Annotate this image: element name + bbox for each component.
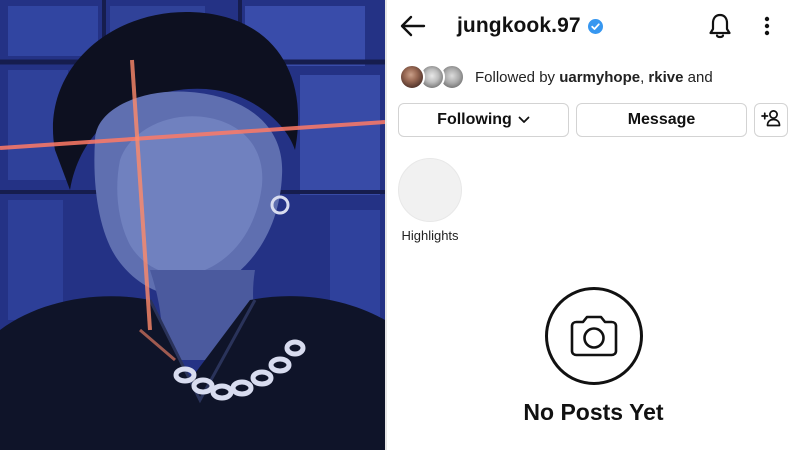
profile-username: jungkook.97 (457, 14, 581, 37)
followed-by-prefix: Followed by (475, 68, 560, 86)
follower-avatars (399, 62, 465, 92)
following-label: Following (437, 111, 512, 128)
followed-by-row[interactable]: Followed by uarmyhope, rkive and (399, 62, 713, 92)
add-user-button[interactable] (754, 103, 788, 137)
empty-state-title: No Posts Yet (523, 399, 664, 425)
empty-posts-state: No Posts Yet (387, 287, 800, 426)
add-user-icon (761, 109, 781, 132)
highlight-circle[interactable] (398, 158, 462, 222)
avatar (399, 64, 425, 90)
username-header: jungkook.97 (457, 12, 603, 40)
more-vertical-icon[interactable] (759, 12, 775, 40)
camera-icon (544, 287, 643, 385)
back-arrow-icon[interactable] (399, 12, 427, 40)
message-label: Message (627, 111, 696, 128)
highlight-item[interactable]: Highlights (397, 158, 463, 243)
profile-panel: jungkook.97 Followed by uarmyhope, rkive… (387, 0, 800, 450)
chevron-down-icon (518, 111, 530, 129)
top-bar: jungkook.97 (387, 0, 800, 52)
highlight-label: Highlights (401, 228, 459, 243)
message-button[interactable]: Message (576, 103, 747, 137)
verified-badge-icon (587, 18, 603, 34)
followed-by-suffix: and (683, 68, 713, 86)
follower-username[interactable]: uarmyhope (559, 69, 640, 86)
bell-icon[interactable] (707, 12, 733, 40)
profile-photo (0, 0, 385, 450)
following-button[interactable]: Following (398, 103, 569, 137)
follower-username[interactable]: rkive (648, 69, 683, 86)
photo-illustration (0, 0, 385, 450)
followed-by-text: Followed by uarmyhope, rkive and (475, 69, 713, 86)
